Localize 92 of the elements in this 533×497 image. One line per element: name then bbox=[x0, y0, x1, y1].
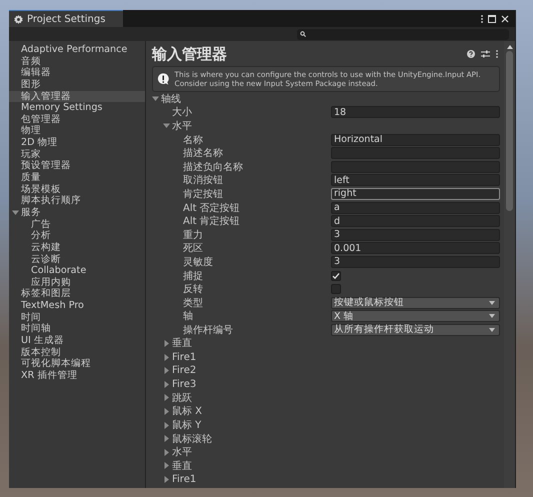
property-label: Alt 肯定按钮 bbox=[183, 214, 240, 228]
sidebar-item[interactable]: 质量 bbox=[9, 172, 145, 184]
property-label: 重力 bbox=[183, 228, 203, 242]
help-icon[interactable] bbox=[467, 50, 475, 58]
property-label: 死区 bbox=[183, 242, 203, 256]
sidebar-item[interactable]: 场景模板 bbox=[9, 184, 145, 196]
window-tab[interactable]: Project Settings bbox=[9, 10, 124, 27]
text-field[interactable] bbox=[331, 160, 500, 173]
property-label: 取消按钮 bbox=[183, 174, 223, 188]
sidebar-item[interactable]: 标签和图层 bbox=[9, 288, 145, 300]
text-field[interactable]: d bbox=[331, 215, 500, 228]
expanded-arrow-icon[interactable] bbox=[163, 122, 170, 130]
checkbox[interactable] bbox=[331, 284, 341, 294]
dropdown-arrow-icon bbox=[489, 300, 495, 305]
close-icon[interactable] bbox=[501, 14, 509, 22]
text-field[interactable]: 3 bbox=[331, 256, 500, 268]
text-field[interactable]: 0.001 bbox=[331, 242, 500, 254]
scroll-up-icon[interactable] bbox=[506, 45, 512, 49]
sidebar-item[interactable]: 时间轴 bbox=[9, 323, 145, 336]
foldout-label[interactable]: 跳跃 bbox=[172, 390, 192, 405]
sidebar-item[interactable]: 编辑器 bbox=[9, 67, 145, 79]
sidebar-item[interactable]: 分析 bbox=[9, 230, 145, 242]
sidebar-item[interactable]: TextMesh Pro bbox=[9, 300, 145, 312]
expanded-arrow-icon[interactable] bbox=[12, 209, 19, 216]
sidebar-item[interactable]: 应用内购 bbox=[9, 276, 145, 288]
sidebar-item[interactable]: 可视化脚本编程 bbox=[9, 358, 145, 370]
foldout-label[interactable]: 垂直 bbox=[172, 336, 192, 350]
property-label: 描述名称 bbox=[183, 146, 223, 160]
dropdown[interactable]: 按键或鼠标按钮 bbox=[331, 296, 500, 309]
page-title: 输入管理器 bbox=[152, 44, 228, 64]
sidebar-item[interactable]: UI 生成器 bbox=[9, 335, 145, 347]
search-field[interactable] bbox=[297, 28, 509, 40]
scrollbar-thumb[interactable] bbox=[506, 51, 513, 211]
sidebar-item[interactable]: 云构建 bbox=[9, 242, 145, 254]
foldout-label[interactable]: 水平 bbox=[172, 118, 192, 133]
dropdown-arrow-icon bbox=[489, 314, 495, 318]
foldout-label[interactable]: 鼠标 Y bbox=[172, 418, 202, 432]
sidebar-item[interactable]: 输入管理器 bbox=[9, 90, 145, 102]
foldout-label[interactable]: Fire1 bbox=[172, 352, 196, 363]
foldout-label[interactable]: Fire1 bbox=[172, 474, 196, 485]
sidebar-item[interactable]: XR 插件管理 bbox=[9, 370, 145, 382]
foldout-label[interactable]: 轴线 bbox=[161, 92, 181, 106]
sidebar-item[interactable]: 图形 bbox=[9, 78, 145, 91]
property-label: 大小 bbox=[172, 106, 192, 120]
sidebar-item[interactable]: 物理 bbox=[9, 125, 145, 138]
foldout-label[interactable]: 水平 bbox=[172, 445, 192, 460]
sidebar-item[interactable]: 脚本执行顺序 bbox=[9, 195, 145, 207]
sidebar-item[interactable]: 版本控制 bbox=[9, 346, 145, 358]
dropdown-arrow-icon bbox=[489, 328, 495, 332]
text-field[interactable]: Horizontal bbox=[331, 134, 500, 146]
property-label: 描述负向名称 bbox=[183, 160, 243, 174]
sliders-icon[interactable] bbox=[481, 50, 490, 58]
sidebar-item[interactable]: 广告 bbox=[9, 218, 145, 230]
sidebar-item[interactable]: 玩家 bbox=[9, 148, 145, 160]
property-label: 名称 bbox=[183, 134, 203, 147]
text-field[interactable]: 18 bbox=[331, 106, 500, 118]
search-icon bbox=[300, 31, 306, 37]
sidebar-item[interactable]: Memory Settings bbox=[9, 102, 145, 114]
checkbox[interactable] bbox=[331, 270, 341, 281]
foldout-label[interactable]: 垂直 bbox=[172, 458, 192, 473]
property-label: 操作杆编号 bbox=[183, 324, 233, 337]
sidebar-item[interactable]: 预设管理器 bbox=[9, 160, 145, 172]
sidebar-item[interactable]: 云诊断 bbox=[9, 254, 145, 266]
sidebar-item[interactable]: Collaborate bbox=[9, 265, 145, 277]
sidebar-item[interactable]: 2D 物理 bbox=[9, 137, 145, 149]
property-label: 反转 bbox=[183, 283, 203, 296]
foldout-label[interactable]: 鼠标滚轮 bbox=[172, 432, 212, 446]
sidebar-item[interactable]: Adaptive Performance bbox=[9, 44, 145, 56]
property-label: 类型 bbox=[183, 296, 203, 310]
text-field[interactable] bbox=[331, 147, 500, 160]
foldout-label[interactable]: 鼠标 X bbox=[172, 404, 202, 418]
foldout-label[interactable]: Fire2 bbox=[172, 365, 196, 376]
maximize-icon[interactable] bbox=[488, 14, 496, 22]
gear-icon bbox=[14, 14, 23, 24]
dropdown[interactable]: X 轴 bbox=[331, 310, 500, 322]
text-field[interactable]: left bbox=[331, 174, 500, 186]
foldout-label[interactable]: Fire3 bbox=[172, 378, 196, 390]
sidebar-item[interactable]: 时间 bbox=[9, 312, 145, 324]
property-label: 肯定按钮 bbox=[183, 188, 223, 201]
property-label: Alt 否定按钮 bbox=[183, 202, 240, 215]
sidebar-item[interactable]: 包管理器 bbox=[9, 114, 145, 126]
window-title: Project Settings bbox=[27, 14, 106, 24]
sidebar-item[interactable]: 音频 bbox=[9, 56, 145, 68]
text-field[interactable]: 3 bbox=[331, 228, 500, 241]
property-label: 灵敏度 bbox=[183, 256, 213, 269]
text-field[interactable]: a bbox=[331, 202, 500, 214]
property-label: 轴 bbox=[183, 310, 193, 324]
property-label: 捕捉 bbox=[183, 270, 203, 283]
expanded-arrow-icon[interactable] bbox=[152, 95, 159, 102]
sidebar-item[interactable]: 服务 bbox=[9, 206, 145, 219]
text-field[interactable]: right bbox=[331, 188, 500, 200]
dropdown[interactable]: 从所有操作杆获取运动 bbox=[331, 324, 500, 336]
